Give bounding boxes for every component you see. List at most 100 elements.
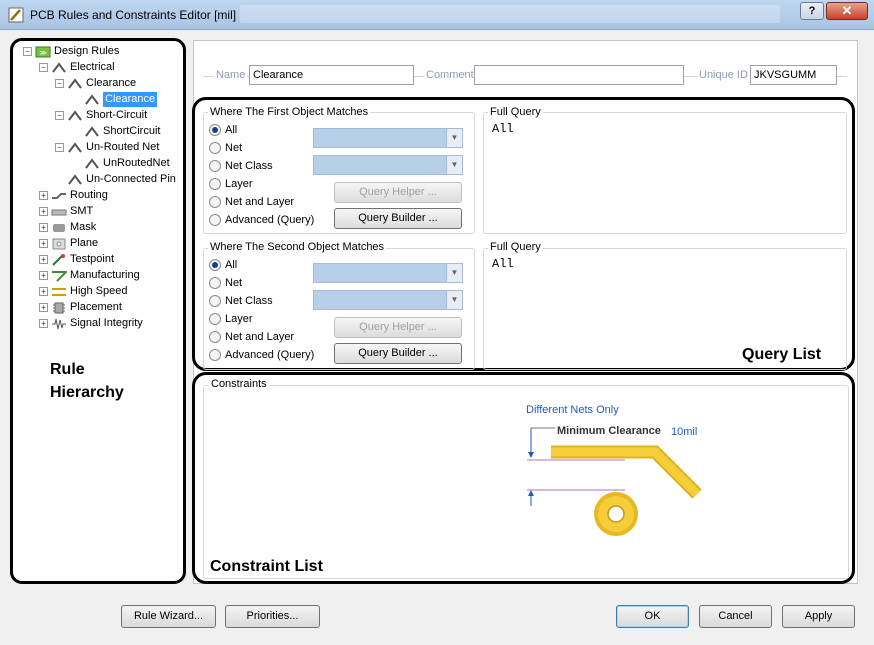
tree-item-smt[interactable]: + SMT [39, 204, 93, 219]
first-radio-net-class[interactable]: Net Class [209, 159, 273, 173]
collapse-icon[interactable]: − [55, 143, 64, 152]
help-button[interactable]: ? [800, 2, 824, 20]
constraints-title: Constraints [209, 378, 269, 390]
comment-field[interactable] [474, 65, 684, 85]
second-full-query-text[interactable]: All [492, 257, 514, 271]
second-radio-net-class[interactable]: Net Class [209, 294, 273, 308]
short-circuit-rule-icon [68, 109, 82, 121]
second-radio-net-and-layer[interactable]: Net and Layer [209, 330, 294, 344]
radio-label: Net Class [225, 295, 273, 307]
tree-item-unroutednet-rule[interactable]: UnRoutedNet [84, 156, 170, 171]
unique-id-label: Unique ID [697, 69, 750, 81]
first-net-class-dropdown[interactable]: ▼ [313, 155, 463, 175]
tree-item-unconnected-pin[interactable]: Un-Connected Pin [67, 172, 176, 187]
radio-label: Net and Layer [225, 196, 295, 208]
tree-item-label: Design Rules [54, 45, 120, 57]
first-radio-net-and-layer[interactable]: Net and Layer [209, 195, 294, 209]
tree-item-mask[interactable]: + Mask [39, 220, 96, 235]
second-net-dropdown[interactable]: ▼ [313, 263, 463, 283]
radio-label: Net and Layer [225, 331, 295, 343]
tree-item-short-circuit-category[interactable]: − Short-Circuit [55, 108, 147, 123]
collapse-icon[interactable]: − [55, 111, 64, 120]
tree-item-manufacturing[interactable]: + Manufacturing [39, 268, 140, 283]
expand-icon[interactable]: + [39, 207, 48, 216]
second-radio-all[interactable]: All [209, 258, 237, 272]
tree-item-unrouted-net-category[interactable]: − Un-Routed Net [55, 140, 159, 155]
tree-item-high-speed[interactable]: + High Speed [39, 284, 128, 299]
expand-icon[interactable]: + [39, 271, 48, 280]
signal-integrity-icon [52, 318, 66, 329]
radio-icon [209, 331, 221, 343]
first-query-helper-button[interactable]: Query Helper ... [334, 182, 462, 203]
tree-item-shortcircuit-rule[interactable]: ShortCircuit [84, 124, 160, 139]
constraint-list-annotation: Constraint List [210, 558, 323, 575]
expand-icon[interactable]: + [39, 191, 48, 200]
collapse-icon[interactable]: − [39, 63, 48, 72]
second-radio-net[interactable]: Net [209, 276, 242, 290]
tree-item-label: Mask [70, 221, 97, 233]
close-button[interactable]: ✕ [826, 2, 868, 20]
first-radio-layer[interactable]: Layer [209, 177, 253, 191]
chevron-down-icon: ▼ [446, 291, 462, 309]
tree-item-label: ShortCircuit [103, 125, 161, 137]
tree-item-testpoint[interactable]: + Testpoint [39, 252, 114, 267]
expand-icon[interactable]: + [39, 223, 48, 232]
clearance-diagram [527, 427, 702, 536]
expand-icon[interactable]: + [39, 239, 48, 248]
expand-icon[interactable]: + [39, 287, 48, 296]
unique-id-field[interactable]: JKVSGUMM [750, 65, 837, 85]
cancel-button[interactable]: Cancel [699, 605, 772, 628]
placement-icon [53, 302, 65, 313]
second-net-class-dropdown[interactable]: ▼ [313, 290, 463, 310]
app-icon [8, 7, 24, 23]
radio-icon [209, 214, 221, 226]
name-field[interactable]: Clearance [249, 65, 414, 85]
priorities-button[interactable]: Priorities... [225, 605, 320, 628]
comment-label: Comment [424, 69, 476, 81]
first-radio-advanced[interactable]: Advanced (Query) [209, 213, 314, 227]
radio-label: Layer [225, 313, 253, 325]
radio-label: Net Class [225, 160, 273, 172]
second-radio-layer[interactable]: Layer [209, 312, 253, 326]
apply-button[interactable]: Apply [782, 605, 855, 628]
tree-item-electrical[interactable]: − Electrical [39, 60, 115, 75]
rule-icon [85, 93, 99, 105]
name-label: Name [214, 69, 248, 81]
constraint-list-region: Constraints Different Nets Only Minimum … [192, 372, 855, 584]
rule-wizard-button[interactable]: Rule Wizard... [121, 605, 216, 628]
net-scope-link[interactable]: Different Nets Only [526, 404, 619, 416]
expand-icon[interactable]: + [39, 319, 48, 328]
tree-item-label: Manufacturing [70, 269, 140, 281]
first-full-query-group [483, 112, 847, 234]
second-query-builder-button[interactable]: Query Builder ... [334, 343, 462, 364]
first-radio-all[interactable]: All [209, 123, 237, 137]
first-full-query-text[interactable]: All [492, 122, 514, 136]
tree-item-signal-integrity[interactable]: + Signal Integrity [39, 316, 143, 331]
first-radio-net[interactable]: Net [209, 141, 242, 155]
ok-button[interactable]: OK [616, 605, 689, 628]
tree-item-placement[interactable]: + Placement [39, 300, 122, 315]
unconnected-pin-rule-icon [68, 173, 82, 185]
second-radio-advanced[interactable]: Advanced (Query) [209, 348, 314, 362]
tree-item-clearance-category[interactable]: − Clearance [55, 76, 136, 91]
second-query-helper-button[interactable]: Query Helper ... [334, 317, 462, 338]
expand-icon[interactable]: + [39, 255, 48, 264]
tree-item-clearance-rule[interactable]: Clearance [84, 92, 158, 107]
radio-icon [209, 277, 221, 289]
tree-item-label: UnRoutedNet [103, 157, 170, 169]
tree-item-design-rules[interactable]: − ≫ Design Rules [23, 44, 119, 59]
tree-item-routing[interactable]: + Routing [39, 188, 108, 203]
tree-item-plane[interactable]: + Plane [39, 236, 98, 251]
collapse-icon[interactable]: − [55, 79, 64, 88]
first-object-title: Where The First Object Matches [208, 106, 371, 118]
min-clearance-value[interactable]: 10mil [671, 426, 697, 438]
first-net-dropdown[interactable]: ▼ [313, 128, 463, 148]
collapse-icon[interactable]: − [23, 47, 32, 56]
expand-icon[interactable]: + [39, 303, 48, 312]
radio-label: Layer [225, 178, 253, 190]
radio-selected-icon [209, 259, 221, 271]
tree-item-label: SMT [70, 205, 94, 217]
tree-item-label: Un-Routed Net [86, 141, 160, 153]
first-query-builder-button[interactable]: Query Builder ... [334, 208, 462, 229]
radio-label: Net [225, 277, 243, 289]
